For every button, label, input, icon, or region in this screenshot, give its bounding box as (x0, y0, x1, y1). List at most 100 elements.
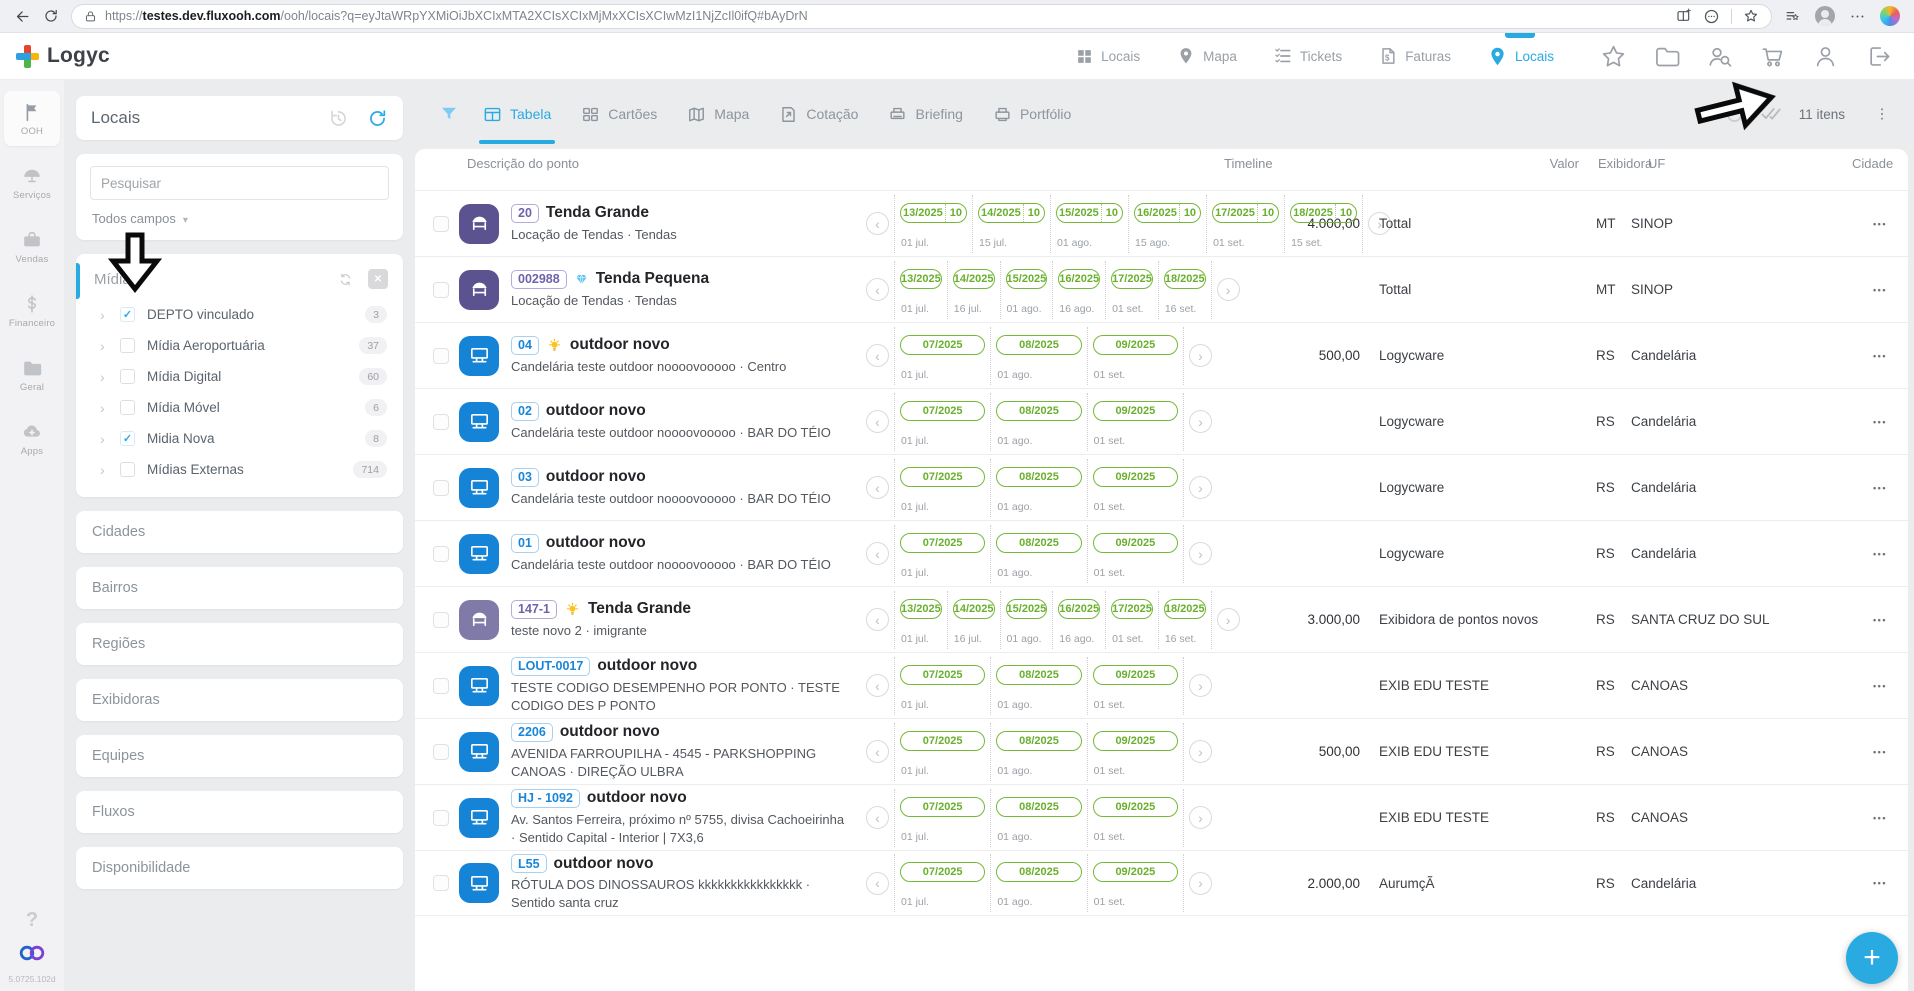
cart-button[interactable] (1759, 43, 1786, 70)
table-row[interactable]: HJ - 1092outdoor novoAv. Santos Ferreira… (415, 784, 1908, 850)
sidebar-section-regioes[interactable]: Regiões (76, 623, 403, 665)
filter-item-midia-digital[interactable]: Mídia Digital60 (76, 361, 403, 392)
sidebar-section-fluxos[interactable]: Fluxos (76, 791, 403, 833)
timeline-prev-button[interactable] (866, 872, 889, 895)
chevron-right-icon[interactable] (100, 370, 108, 384)
row-menu-button[interactable] (1852, 615, 1908, 625)
refresh-results-icon[interactable] (1724, 104, 1745, 125)
row-checkbox[interactable] (433, 744, 449, 760)
tab-portfolio[interactable]: Portfólio (993, 105, 1071, 124)
row-checkbox[interactable] (433, 216, 449, 232)
checkbox[interactable] (120, 338, 135, 353)
back-icon[interactable] (14, 8, 31, 25)
table-row[interactable]: 002988Tenda PequenaLocação de Tendas · T… (415, 256, 1908, 322)
favorites-bar-icon[interactable] (1784, 8, 1801, 25)
close-icon[interactable] (368, 269, 388, 289)
chevron-right-icon[interactable] (100, 463, 108, 477)
table-row[interactable]: 02outdoor novoCandelária teste outdoor n… (415, 388, 1908, 454)
nav-item-locais[interactable]: Locais (1075, 47, 1140, 66)
rail-item-apps[interactable]: Apps (4, 411, 60, 466)
chevron-right-icon[interactable] (100, 401, 108, 415)
checkbox[interactable] (120, 431, 135, 446)
chevron-right-icon[interactable] (100, 339, 108, 353)
filter-item-depto-vinculado[interactable]: DEPTO vinculado3 (76, 299, 403, 330)
row-menu-button[interactable] (1852, 417, 1908, 427)
profile-avatar[interactable] (1815, 6, 1835, 26)
table-row[interactable]: 01outdoor novoCandelária teste outdoor n… (415, 520, 1908, 586)
table-row[interactable]: 04outdoor novoCandelária teste outdoor n… (415, 322, 1908, 388)
timeline-next-button[interactable] (1189, 806, 1212, 829)
row-menu-button[interactable] (1852, 549, 1908, 559)
logout-button[interactable] (1865, 43, 1892, 70)
row-menu-button[interactable] (1852, 351, 1908, 361)
timeline-next-button[interactable] (1189, 740, 1212, 763)
filter-funnel-icon[interactable] (439, 104, 459, 124)
select-all-icon[interactable] (1760, 103, 1782, 125)
table-row[interactable]: 2206outdoor novoAVENIDA FARROUPILHA - 45… (415, 718, 1908, 784)
timeline-prev-button[interactable] (866, 740, 889, 763)
sidebar-section-cidades[interactable]: Cidades (76, 511, 403, 553)
timeline-next-button[interactable] (1189, 872, 1212, 895)
row-checkbox[interactable] (433, 546, 449, 562)
field-selector[interactable]: Todos campos (90, 211, 389, 226)
sidebar-section-equipes[interactable]: Equipes (76, 735, 403, 777)
filter-item-midias-externas[interactable]: Mídias Externas714 (76, 454, 403, 485)
timeline-prev-button[interactable] (866, 410, 889, 433)
table-row[interactable]: 20Tenda GrandeLocação de Tendas · Tendas… (415, 190, 1908, 256)
checkbox[interactable] (120, 307, 135, 322)
timeline-next-button[interactable] (1189, 344, 1212, 367)
folder-button[interactable] (1653, 43, 1680, 70)
rail-item-servicos[interactable]: Serviços (4, 155, 60, 210)
row-checkbox[interactable] (433, 480, 449, 496)
rail-item-geral[interactable]: Geral (4, 347, 60, 402)
user-button[interactable] (1812, 43, 1839, 70)
row-checkbox[interactable] (433, 414, 449, 430)
split-screen-icon[interactable] (1676, 8, 1692, 24)
chevron-right-icon[interactable] (100, 432, 108, 446)
rail-item-financeiro[interactable]: Financeiro (4, 283, 60, 338)
refresh-icon[interactable] (367, 108, 388, 129)
timeline-next-button[interactable] (1189, 674, 1212, 697)
row-menu-button[interactable] (1852, 747, 1908, 757)
row-menu-button[interactable] (1852, 285, 1908, 295)
row-checkbox[interactable] (433, 678, 449, 694)
timeline-prev-button[interactable] (866, 212, 889, 235)
checkbox[interactable] (120, 400, 135, 415)
checkbox[interactable] (120, 462, 135, 477)
sidebar-section-exibidoras[interactable]: Exibidoras (76, 679, 403, 721)
star-button[interactable] (1600, 43, 1627, 70)
rail-item-vendas[interactable]: Vendas (4, 219, 60, 274)
reload-icon[interactable] (43, 8, 59, 24)
timeline-next-button[interactable] (1189, 476, 1212, 499)
row-checkbox[interactable] (433, 612, 449, 628)
timeline-prev-button[interactable] (866, 476, 889, 499)
nav-item-mapa[interactable]: Mapa (1176, 46, 1237, 66)
table-row[interactable]: 03outdoor novoCandelária teste outdoor n… (415, 454, 1908, 520)
filter-item-midia-nova[interactable]: Midia Nova8 (76, 423, 403, 454)
timeline-prev-button[interactable] (866, 674, 889, 697)
row-menu-button[interactable] (1852, 681, 1908, 691)
tab-cartoes[interactable]: Cartões (581, 105, 657, 124)
row-menu-button[interactable] (1852, 878, 1908, 888)
timeline-next-button[interactable] (1189, 542, 1212, 565)
row-checkbox[interactable] (433, 348, 449, 364)
history-icon[interactable] (328, 108, 349, 129)
timeline-prev-button[interactable] (866, 608, 889, 631)
tab-briefing[interactable]: Briefing (888, 105, 962, 124)
filter-item-midia-aeroportuaria[interactable]: Mídia Aeroportuária37 (76, 330, 403, 361)
tab-tabela[interactable]: Tabela (483, 105, 551, 124)
address-bar[interactable]: https://testes.dev.fluxooh.com/ooh/locai… (71, 4, 1772, 29)
extensions-icon[interactable] (1703, 8, 1720, 25)
table-row[interactable]: L55outdoor novoRÓTULA DOS DINOSSAUROS kk… (415, 850, 1908, 916)
user-search-button[interactable] (1706, 43, 1733, 70)
nav-item-faturas[interactable]: $Faturas (1378, 46, 1451, 66)
filter-item-midia-movel[interactable]: Mídia Móvel6 (76, 392, 403, 423)
add-button[interactable] (1846, 932, 1898, 984)
nav-item-tickets[interactable]: Tickets (1273, 46, 1342, 66)
timeline-prev-button[interactable] (866, 806, 889, 829)
row-checkbox[interactable] (433, 810, 449, 826)
logyc-logo[interactable]: Logyc (16, 44, 110, 68)
timeline-prev-button[interactable] (866, 542, 889, 565)
row-menu-button[interactable] (1852, 219, 1908, 229)
rail-item-ooh[interactable]: OOH (4, 91, 60, 146)
